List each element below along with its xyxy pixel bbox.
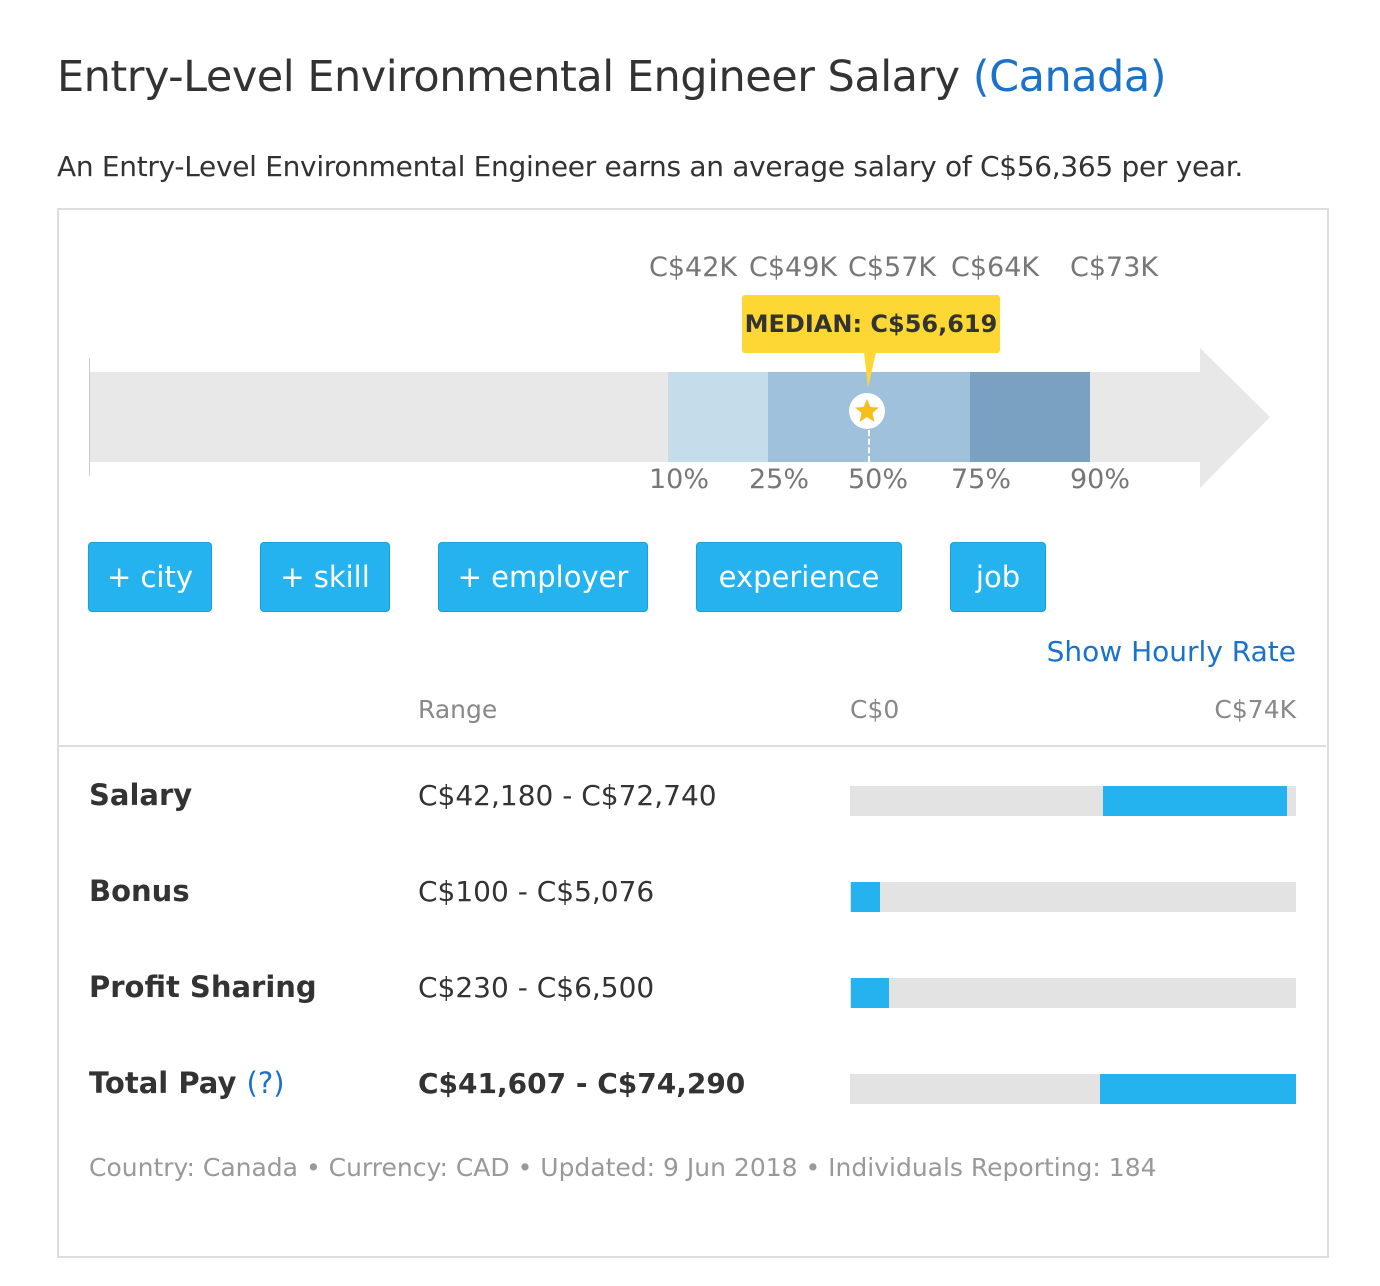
percentile-label: 50%	[848, 464, 909, 495]
header-divider	[58, 745, 1326, 747]
add-city-button[interactable]: + city	[88, 542, 212, 612]
scale-min-label: C$0	[850, 695, 900, 724]
add-employer-button[interactable]: + employer	[438, 542, 648, 612]
show-hourly-rate-link[interactable]: Show Hourly Rate	[1047, 635, 1296, 668]
row-range: C$100 - C$5,076	[418, 875, 655, 908]
row-label: Total Pay (?)	[89, 1066, 285, 1100]
scale-max-label: C$74K	[1214, 695, 1296, 724]
range-bar-track	[850, 1074, 1296, 1104]
star-icon	[849, 393, 885, 429]
row-label-text: Profit Sharing	[89, 970, 317, 1004]
row-label-text: Salary	[89, 778, 193, 812]
median-pointer	[864, 352, 876, 388]
range-bar-fill	[850, 882, 881, 912]
range-bar-fill	[1103, 786, 1287, 816]
row-range: C$230 - C$6,500	[418, 971, 655, 1004]
add-skill-button[interactable]: + skill	[260, 542, 390, 612]
job-button[interactable]: job	[950, 542, 1046, 612]
segment-75-90	[970, 372, 1090, 462]
row-label-text: Total Pay	[89, 1066, 237, 1100]
median-badge: MEDIAN: C$56,619	[742, 295, 1000, 353]
segment-10-25	[668, 372, 768, 462]
range-bar-track	[850, 882, 1296, 912]
row-range: C$42,180 - C$72,740	[418, 779, 717, 812]
arrow-start-line	[89, 358, 90, 476]
total-pay-help-link[interactable]: (?)	[247, 1066, 285, 1100]
median-line	[868, 430, 870, 462]
range-header: Range	[418, 695, 498, 724]
range-bar-track	[850, 978, 1296, 1008]
row-range: C$41,607 - C$74,290	[418, 1067, 746, 1100]
range-bar-track	[850, 786, 1296, 816]
row-label: Salary	[89, 778, 192, 812]
percentile-label: 75%	[951, 464, 1012, 495]
row-label-text: Bonus	[89, 874, 190, 908]
row-label: Bonus	[89, 874, 190, 908]
range-bar-fill	[851, 978, 890, 1008]
range-bar-fill	[1099, 1074, 1296, 1104]
percentile-label: 90%	[1070, 464, 1131, 495]
percentile-label: 25%	[749, 464, 810, 495]
percentile-label: 10%	[649, 464, 710, 495]
footer-meta: Country: Canada • Currency: CAD • Update…	[89, 1153, 1157, 1182]
row-label: Profit Sharing	[89, 970, 317, 1004]
experience-button[interactable]: experience	[696, 542, 902, 612]
